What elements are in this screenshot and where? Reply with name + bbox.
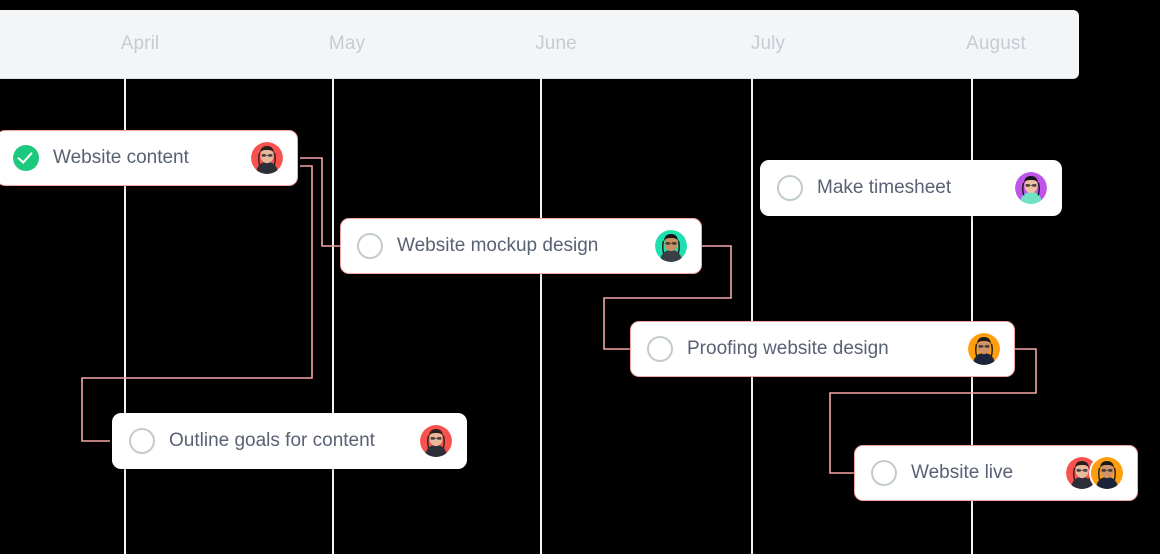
month-label-august: August — [966, 33, 1026, 54]
avatar-woman-purple[interactable] — [1013, 170, 1049, 206]
task-status-circle-icon[interactable] — [647, 336, 673, 362]
task-title: Website live — [911, 462, 1014, 483]
task-status-circle-icon[interactable] — [777, 175, 803, 201]
task-title: Website mockup design — [397, 235, 599, 256]
month-label-july: July — [750, 33, 786, 54]
task-assignee-avatars[interactable] — [966, 331, 1002, 367]
task-assignee-avatars[interactable] — [418, 423, 454, 459]
month-label-april: April — [120, 33, 160, 54]
gridline-3 — [751, 78, 753, 554]
month-label-june: June — [535, 33, 577, 54]
task-status-check-icon[interactable] — [13, 145, 39, 171]
avatar-man-orange[interactable] — [966, 331, 1002, 367]
connector-website-content-to-outline-goals-for-content — [81, 165, 313, 442]
task-title: Outline goals for content — [169, 430, 375, 451]
connector-website-content-to-website-mockup-design — [300, 157, 344, 247]
task-status-circle-icon[interactable] — [129, 428, 155, 454]
avatar-man-teal[interactable] — [653, 228, 689, 264]
task-status-circle-icon[interactable] — [357, 233, 383, 259]
avatar-man-orange[interactable] — [1089, 455, 1125, 491]
task-card-make-timesheet[interactable]: Make timesheet — [760, 160, 1062, 216]
task-assignee-avatars[interactable] — [1013, 170, 1049, 206]
task-assignee-avatars[interactable] — [1064, 455, 1125, 491]
gantt-timeline-view: April May June July August Website content We… — [0, 0, 1160, 554]
task-status-circle-icon[interactable] — [871, 460, 897, 486]
task-card-outline-goals-for-content[interactable]: Outline goals for content — [112, 413, 467, 469]
avatar-woman-sunglasses[interactable] — [418, 423, 454, 459]
task-card-website-live[interactable]: Website live — [854, 445, 1138, 501]
task-title: Website content — [53, 147, 189, 168]
avatar-woman-sunglasses[interactable] — [249, 140, 285, 176]
month-label-may: May — [328, 33, 366, 54]
task-card-proofing-website-design[interactable]: Proofing website design — [630, 321, 1015, 377]
gridline-2 — [540, 78, 542, 554]
timeline-month-header: April May June July August — [0, 10, 1079, 78]
task-card-website-mockup-design[interactable]: Website mockup design — [340, 218, 702, 274]
gridline-1 — [332, 78, 334, 554]
task-title: Make timesheet — [817, 177, 952, 198]
task-assignee-avatars[interactable] — [249, 140, 285, 176]
task-card-website-content[interactable]: Website content — [0, 130, 298, 186]
task-title: Proofing website design — [687, 338, 889, 359]
task-assignee-avatars[interactable] — [653, 228, 689, 264]
